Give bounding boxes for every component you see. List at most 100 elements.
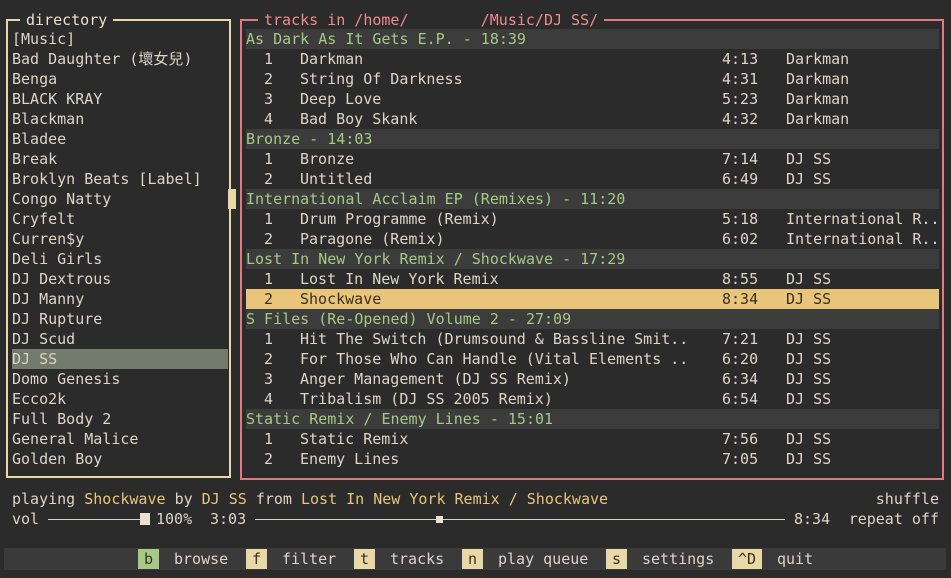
- track-row[interactable]: 1 Static Remix 7:56 DJ SS: [246, 429, 939, 449]
- track-row[interactable]: 2 Paragone (Remix) 6:02 International R..: [246, 229, 940, 249]
- track-list[interactable]: As Dark As It Gets E.P. - 18:39 1 Darkman 4…: [246, 29, 940, 469]
- key-play-queue[interactable]: n: [462, 549, 484, 569]
- now-playing-album: Lost In New York Remix / Shockwave: [301, 490, 609, 508]
- track-artist: International R..: [786, 230, 940, 248]
- track-title: Enemy Lines: [300, 450, 400, 468]
- directory-item[interactable]: Break: [12, 149, 228, 169]
- track-title: Untitled: [300, 170, 373, 188]
- directory-item[interactable]: DJ Manny: [12, 289, 228, 309]
- directory-item[interactable]: Deli Girls: [12, 249, 228, 269]
- track-number: 2: [264, 290, 274, 308]
- album-header[interactable]: As Dark As It Gets E.P. - 18:39: [246, 29, 939, 49]
- track-row[interactable]: 1 Hit The Switch (Drumsound & Bassline Sm…: [246, 329, 939, 349]
- progress-bar[interactable]: [255, 519, 785, 520]
- progress-knob[interactable]: [436, 516, 443, 523]
- album-header[interactable]: S Files (Re-Opened) Volume 2 - 27:09: [246, 309, 939, 329]
- track-row[interactable]: 4 Bad Boy Skank 4:32 Darkman: [246, 109, 939, 129]
- label-play-queue[interactable]: play queue: [498, 549, 588, 569]
- now-playing-status: playing Shockwave by DJ SS from Lost In …: [12, 489, 939, 529]
- track-number: 1: [264, 150, 274, 168]
- shuffle-toggle[interactable]: shuffle: [876, 489, 939, 509]
- track-row[interactable]: 2 Untitled 6:49 DJ SS: [246, 169, 939, 189]
- track-number: 2: [264, 230, 274, 248]
- track-row[interactable]: 4 Tribalism (DJ SS 2005 Remix) 6:54 DJ SS: [246, 389, 939, 409]
- directory-list[interactable]: [Music] Bad Daughter (壞女兒) Benga BLACK KRAY…: [12, 29, 228, 469]
- directory-item[interactable]: Broklyn Beats [Label]: [12, 169, 228, 189]
- directory-item[interactable]: DJ Rupture: [12, 309, 228, 329]
- track-artist: DJ SS: [786, 270, 832, 288]
- track-title: Drum Programme (Remix): [300, 210, 499, 228]
- track-number: 1: [264, 50, 274, 68]
- directory-item[interactable]: Blackman: [12, 109, 228, 129]
- directory-item[interactable]: Ecco2k: [12, 389, 228, 409]
- track-duration: 7:05: [722, 450, 759, 468]
- track-row[interactable]: 1 Darkman 4:13 Darkman: [246, 49, 939, 69]
- track-row[interactable]: 1 Lost In New York Remix 8:55 DJ SS: [246, 269, 939, 289]
- directory-item[interactable]: Bladee: [12, 129, 228, 149]
- elapsed-time: 3:03: [210, 510, 247, 528]
- album-header[interactable]: International Acclaim EP (Remixes) - 11:…: [246, 189, 939, 209]
- key-tracks[interactable]: t: [354, 549, 376, 569]
- label-filter[interactable]: filter: [282, 549, 336, 569]
- directory-item[interactable]: DJ Dextrous: [12, 269, 228, 289]
- track-title: Anger Management (DJ SS Remix): [300, 370, 571, 388]
- directory-scrollbar[interactable]: [228, 189, 236, 209]
- label-browse[interactable]: browse: [174, 549, 228, 569]
- total-time: 8:34: [794, 510, 831, 528]
- directory-item[interactable]: Benga: [12, 69, 228, 89]
- track-number: 1: [264, 330, 274, 348]
- track-artist: DJ SS: [786, 370, 832, 388]
- album-header[interactable]: Lost In New York Remix / Shockwave - 17:…: [246, 249, 939, 269]
- now-playing-track: Shockwave: [84, 490, 166, 508]
- directory-item[interactable]: BLACK KRAY: [12, 89, 228, 109]
- keybinding-bar: b browse f filter t tracks n play queue …: [4, 548, 946, 570]
- track-duration: 6:20: [722, 350, 759, 368]
- track-artist: DJ SS: [786, 450, 832, 468]
- key-settings[interactable]: s: [606, 549, 628, 569]
- directory-item[interactable]: DJ Scud: [12, 329, 228, 349]
- key-filter[interactable]: f: [246, 549, 268, 569]
- directory-item[interactable]: General Malice: [12, 429, 228, 449]
- track-duration: 8:55: [722, 270, 759, 288]
- track-row[interactable]: 2 String Of Darkness 4:31 Darkman: [246, 69, 939, 89]
- directory-item[interactable]: Golden Boy: [12, 449, 228, 469]
- track-artist: DJ SS: [786, 150, 832, 168]
- volume-slider[interactable]: [48, 519, 148, 520]
- label-quit[interactable]: quit: [777, 549, 813, 569]
- directory-item[interactable]: Congo Natty: [12, 189, 228, 209]
- track-artist: DJ SS: [786, 430, 832, 448]
- track-duration: 6:02: [722, 230, 759, 248]
- directory-item[interactable]: Domo Genesis: [12, 369, 228, 389]
- directory-item[interactable]: DJ SS: [12, 349, 228, 369]
- key-quit[interactable]: ^D: [732, 549, 763, 569]
- directory-item[interactable]: Cryfelt: [12, 209, 228, 229]
- track-row[interactable]: 2 For Those Who Can Handle (Vital Element…: [246, 349, 939, 369]
- track-row[interactable]: 3 Deep Love 5:23 Darkman: [246, 89, 939, 109]
- directory-item[interactable]: Bad Daughter (壞女兒): [12, 49, 228, 69]
- track-title: Bad Boy Skank: [300, 110, 418, 128]
- album-header[interactable]: Static Remix / Enemy Lines - 15:01: [246, 409, 939, 429]
- track-duration: 5:23: [722, 90, 759, 108]
- label-tracks[interactable]: tracks: [390, 549, 444, 569]
- key-browse[interactable]: b: [138, 549, 160, 569]
- now-playing-artist: DJ SS: [201, 490, 247, 508]
- track-row[interactable]: 2 Shockwave 8:34 DJ SS: [246, 289, 939, 309]
- directory-item[interactable]: Full Body 2: [12, 409, 228, 429]
- track-artist: DJ SS: [786, 290, 832, 308]
- label-settings[interactable]: settings: [642, 549, 714, 569]
- volume-knob[interactable]: [140, 513, 150, 525]
- track-duration: 7:14: [722, 150, 759, 168]
- track-row[interactable]: 2 Enemy Lines 7:05 DJ SS: [246, 449, 939, 469]
- repeat-toggle[interactable]: repeat off: [849, 509, 939, 529]
- track-artist: DJ SS: [786, 170, 832, 188]
- volume-label: vol: [12, 510, 40, 528]
- track-row[interactable]: 1 Drum Programme (Remix) 5:18 International…: [246, 209, 940, 229]
- track-duration: 4:32: [722, 110, 759, 128]
- directory-item[interactable]: [Music]: [12, 29, 228, 49]
- directory-item[interactable]: Curren$y: [12, 229, 228, 249]
- track-row[interactable]: 3 Anger Management (DJ SS Remix) 6:34 DJ SS: [246, 369, 939, 389]
- track-title: Hit The Switch (Drumsound & Bassline Smi…: [300, 330, 689, 348]
- track-row[interactable]: 1 Bronze 7:14 DJ SS: [246, 149, 939, 169]
- track-duration: 4:13: [722, 50, 759, 68]
- album-header[interactable]: Bronze - 14:03: [246, 129, 939, 149]
